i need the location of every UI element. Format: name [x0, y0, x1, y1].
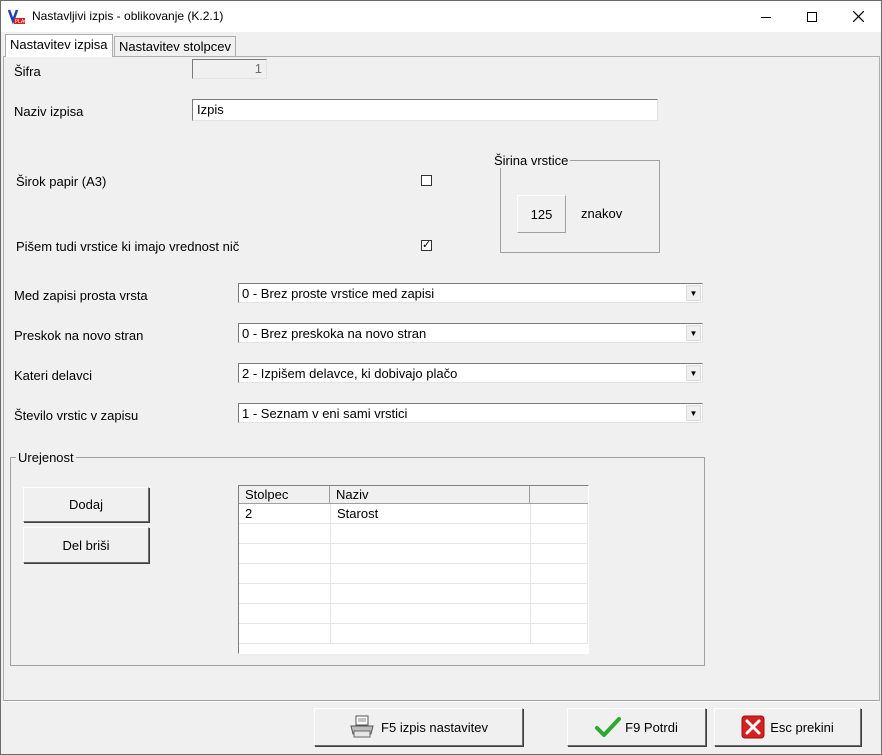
- cancel-button[interactable]: Esc prekini: [714, 708, 861, 746]
- preskok-select[interactable]: 0 - Brez preskoka na novo stran ▼: [238, 323, 703, 343]
- sirina-unit: znakov: [581, 206, 623, 221]
- close-icon: [741, 715, 765, 739]
- preskok-label: Preskok na novo stran: [14, 328, 144, 343]
- title-bar[interactable]: PLACE Nastavljivi izpis - oblikovanje (K…: [1, 1, 881, 32]
- table-cell[interactable]: [331, 584, 531, 604]
- table-cell[interactable]: [531, 564, 588, 584]
- chevron-down-icon[interactable]: ▼: [686, 365, 701, 381]
- table-cell[interactable]: [531, 624, 588, 644]
- dodaj-button[interactable]: Dodaj: [23, 487, 149, 522]
- tab-label: Nastavitev stolpcev: [119, 39, 231, 54]
- del-brisi-label: Del briši: [62, 537, 110, 553]
- select-value: 0 - Brez preskoka na novo stran: [242, 326, 427, 341]
- urejenost-table[interactable]: Stolpec Naziv 2 Starost: [238, 485, 589, 654]
- dialog-window: PLACE Nastavljivi izpis - oblikovanje (K…: [0, 0, 882, 755]
- column-header-stolpec[interactable]: Stolpec: [239, 486, 330, 504]
- naziv-label: Naziv izpisa: [14, 104, 84, 119]
- minimize-button[interactable]: [743, 1, 789, 32]
- sirina-value: 125: [530, 206, 553, 222]
- sirina-vrstice-title: Širina vrstice: [492, 153, 571, 168]
- stevilo-label: Število vrstic v zapisu: [14, 408, 139, 423]
- svg-text:PLACE: PLACE: [15, 19, 26, 25]
- table-cell[interactable]: [239, 524, 331, 544]
- column-header-naziv[interactable]: Naziv: [330, 486, 530, 504]
- stevilo-select[interactable]: 1 - Seznam v eni sami vrstici ▼: [238, 403, 703, 423]
- app-logo-icon: PLACE: [8, 8, 26, 25]
- checkmark-icon: ✓: [422, 239, 432, 251]
- del-brisi-button[interactable]: Del briši: [23, 527, 149, 563]
- close-button[interactable]: [835, 1, 881, 32]
- table-cell[interactable]: [239, 544, 331, 564]
- table-cell[interactable]: [331, 624, 531, 644]
- table-cell[interactable]: [331, 544, 531, 564]
- sirina-value-field[interactable]: 125: [517, 195, 566, 233]
- print-settings-button[interactable]: F5 izpis nastavitev: [314, 708, 523, 746]
- column-header-empty: [530, 486, 588, 504]
- checkmark-icon: [595, 717, 622, 737]
- sirok-papir-label: Širok papir (A3): [16, 174, 107, 189]
- confirm-label: F9 Potrdi: [625, 719, 678, 735]
- table-cell[interactable]: [331, 604, 531, 624]
- table-cell[interactable]: [239, 564, 331, 584]
- table-cell[interactable]: [531, 604, 588, 624]
- table-cell[interactable]: [331, 564, 531, 584]
- pisem-label: Pišem tudi vrstice ki imajo vrednost nič: [16, 239, 240, 254]
- urejenost-title: Urejenost: [16, 450, 76, 465]
- printer-icon: [350, 715, 374, 738]
- tab-label: Nastavitev izpisa: [10, 37, 108, 52]
- tab-nastavitev-izpisa[interactable]: Nastavitev izpisa: [5, 34, 113, 57]
- pisem-checkbox[interactable]: ✓: [421, 240, 432, 251]
- table-cell[interactable]: [239, 584, 331, 604]
- maximize-button[interactable]: [789, 1, 835, 32]
- table-cell[interactable]: [531, 584, 588, 604]
- footer-separator: [3, 700, 878, 702]
- table-cell[interactable]: [239, 624, 331, 644]
- table-cell-naziv[interactable]: Starost: [331, 504, 531, 524]
- chevron-down-icon[interactable]: ▼: [686, 285, 701, 301]
- naziv-field[interactable]: Izpis: [192, 99, 658, 121]
- cancel-label: Esc prekini: [770, 719, 834, 735]
- chevron-down-icon[interactable]: ▼: [686, 405, 701, 421]
- med-zapisi-label: Med zapisi prosta vrsta: [14, 288, 148, 303]
- kateri-label: Kateri delavci: [14, 368, 93, 383]
- table-cell[interactable]: [531, 524, 588, 544]
- minimize-icon: [761, 16, 771, 18]
- dodaj-label: Dodaj: [69, 497, 103, 512]
- table-cell[interactable]: [331, 524, 531, 544]
- table-cell[interactable]: [531, 544, 588, 564]
- print-settings-label: F5 izpis nastavitev: [381, 719, 488, 735]
- table-cell[interactable]: [239, 604, 331, 624]
- close-icon: [852, 11, 864, 22]
- select-value: 1 - Seznam v eni sami vrstici: [242, 406, 408, 421]
- sifra-label: Šifra: [14, 64, 41, 79]
- sirok-papir-checkbox[interactable]: [421, 175, 432, 186]
- chevron-down-icon[interactable]: ▼: [686, 325, 701, 341]
- sifra-field: 1: [192, 59, 267, 79]
- select-value: 2 - Izpišem delavce, ki dobivajo plačo: [242, 366, 458, 381]
- window-title: Nastavljivi izpis - oblikovanje (K.2.1): [32, 9, 224, 23]
- select-value: 0 - Brez proste vrstice med zapisi: [242, 286, 435, 301]
- kateri-select[interactable]: 2 - Izpišem delavce, ki dobivajo plačo ▼: [238, 363, 703, 383]
- maximize-icon: [807, 11, 817, 22]
- tab-nastavitev-stolpcev[interactable]: Nastavitev stolpcev: [114, 36, 236, 57]
- med-zapisi-select[interactable]: 0 - Brez proste vrstice med zapisi ▼: [238, 283, 703, 303]
- table-cell-stolpec[interactable]: 2: [239, 504, 331, 524]
- confirm-button[interactable]: F9 Potrdi: [567, 708, 706, 746]
- table-cell[interactable]: [531, 504, 588, 524]
